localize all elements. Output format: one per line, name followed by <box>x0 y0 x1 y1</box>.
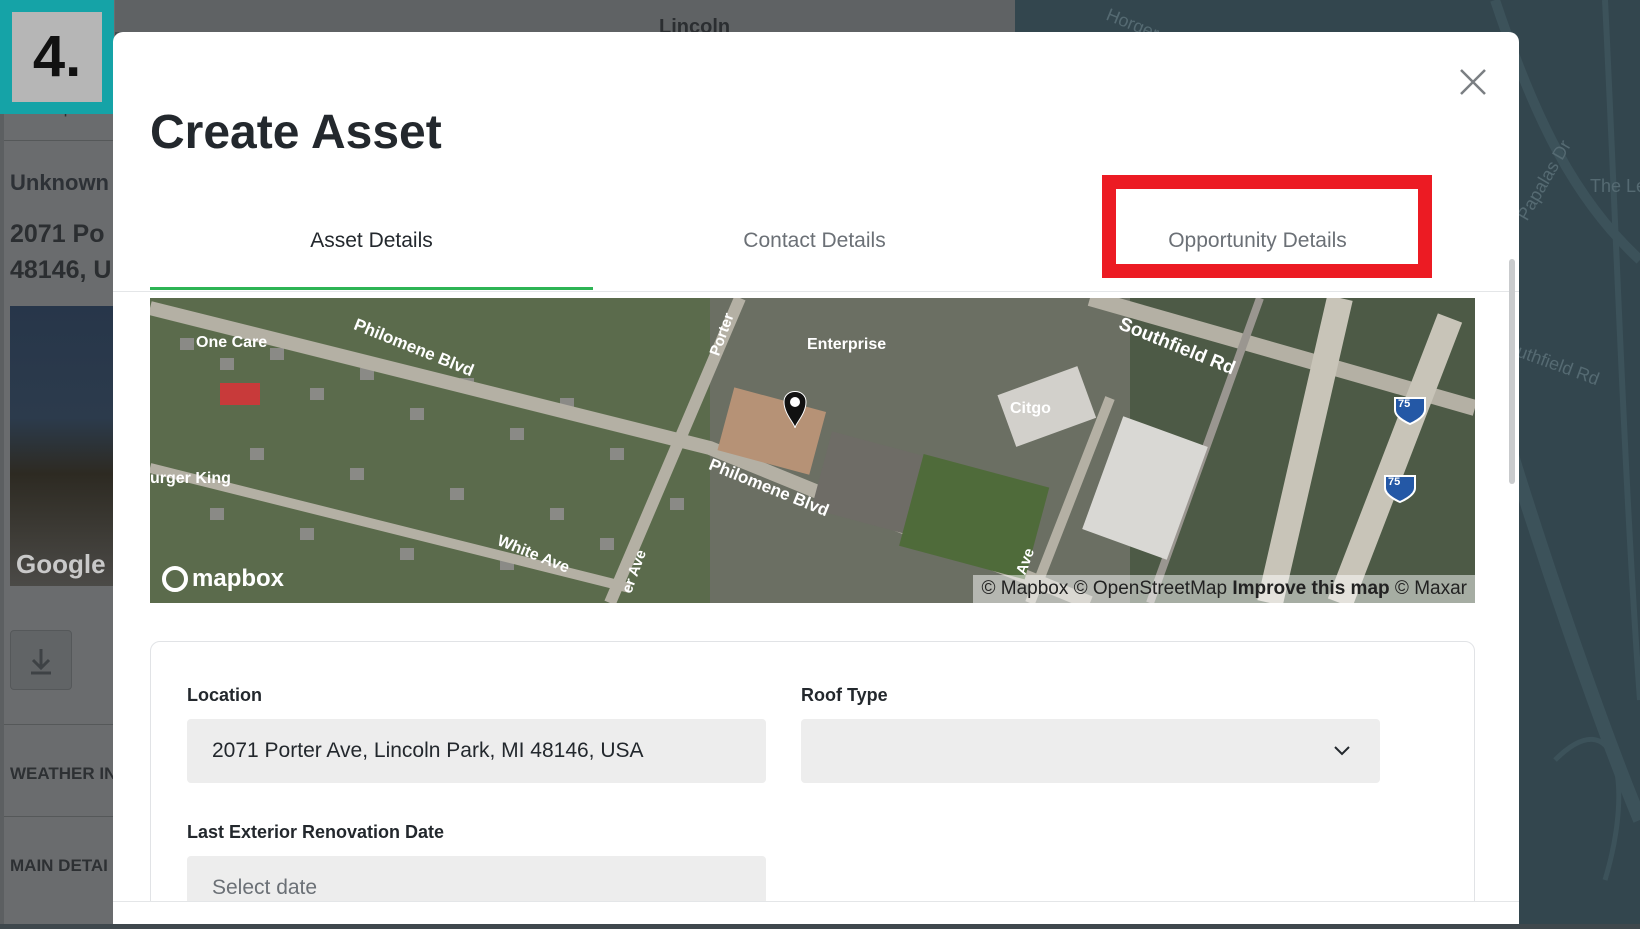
divider <box>4 816 115 817</box>
weather-label: WEATHER IN <box>10 764 117 783</box>
location-label: Location <box>187 685 262 705</box>
main-details-label: MAIN DETAI <box>10 856 108 875</box>
divider <box>4 140 115 141</box>
mapbox-logo[interactable]: mapbox <box>162 565 284 593</box>
background-top-map: Lincoln <box>115 0 1015 38</box>
step-number: 4. <box>12 12 102 102</box>
close-button[interactable] <box>1453 62 1493 102</box>
mapbox-wordmark: mapbox <box>192 565 285 592</box>
roof-type-select[interactable] <box>801 719 1380 783</box>
tab-asset-details[interactable]: Asset Details <box>150 192 593 290</box>
tab-contact-details[interactable]: Contact Details <box>593 192 1036 290</box>
download-button[interactable] <box>10 630 72 690</box>
address-line-2: 48146, U <box>10 256 112 284</box>
attribution-text[interactable]: © Mapbox © OpenStreetMap <box>981 578 1227 599</box>
chevron-down-icon <box>1334 746 1350 756</box>
interstate-shield: 75 <box>1398 398 1411 410</box>
map-attribution: © Mapbox © OpenStreetMap Improve this ma… <box>973 575 1475 603</box>
google-logo: Google <box>16 549 106 579</box>
tab-opportunity-details[interactable]: Opportunity Details <box>1036 192 1479 290</box>
attribution-text[interactable]: © Maxar <box>1395 578 1467 599</box>
street-label: The Le <box>1590 176 1640 196</box>
map-label: urger King <box>150 470 231 487</box>
modal-footer <box>113 901 1519 924</box>
address-line-1: 2071 Po <box>10 220 105 248</box>
map-label: Citgo <box>1010 400 1051 417</box>
roof-type-label: Roof Type <box>801 685 888 705</box>
close-icon <box>1460 69 1486 95</box>
background-sidebar: Maps Unknown 2071 Po 48146, U Google WEA… <box>0 0 117 924</box>
tabs-divider <box>113 291 1519 292</box>
street-view-photo[interactable]: Google <box>10 306 115 586</box>
interstate-shield: 75 <box>1388 476 1401 488</box>
improve-map-link[interactable]: Improve this map <box>1232 578 1389 599</box>
mapbox-icon <box>162 566 188 592</box>
modal-title: Create Asset <box>150 106 442 159</box>
scrollbar[interactable] <box>1509 259 1515 484</box>
renovation-date-label: Last Exterior Renovation Date <box>187 822 445 842</box>
divider <box>4 724 115 725</box>
create-asset-modal: Create Asset Asset Details Contact Detai… <box>113 32 1519 924</box>
map-label: Enterprise <box>807 336 887 353</box>
asset-form: Location 2071 Porter Ave, Lincoln Park, … <box>150 641 1475 924</box>
unknown-label: Unknown <box>10 170 109 195</box>
satellite-map[interactable]: 75 75 One Care Philomene Blvd Porter Ent… <box>150 298 1475 603</box>
location-input[interactable]: 2071 Porter Ave, Lincoln Park, MI 48146,… <box>187 719 766 783</box>
step-badge: 4. <box>0 0 114 114</box>
download-icon <box>31 649 51 675</box>
tab-bar: Asset Details Contact Details Opportunit… <box>150 192 1479 290</box>
map-label: One Care <box>196 334 268 351</box>
